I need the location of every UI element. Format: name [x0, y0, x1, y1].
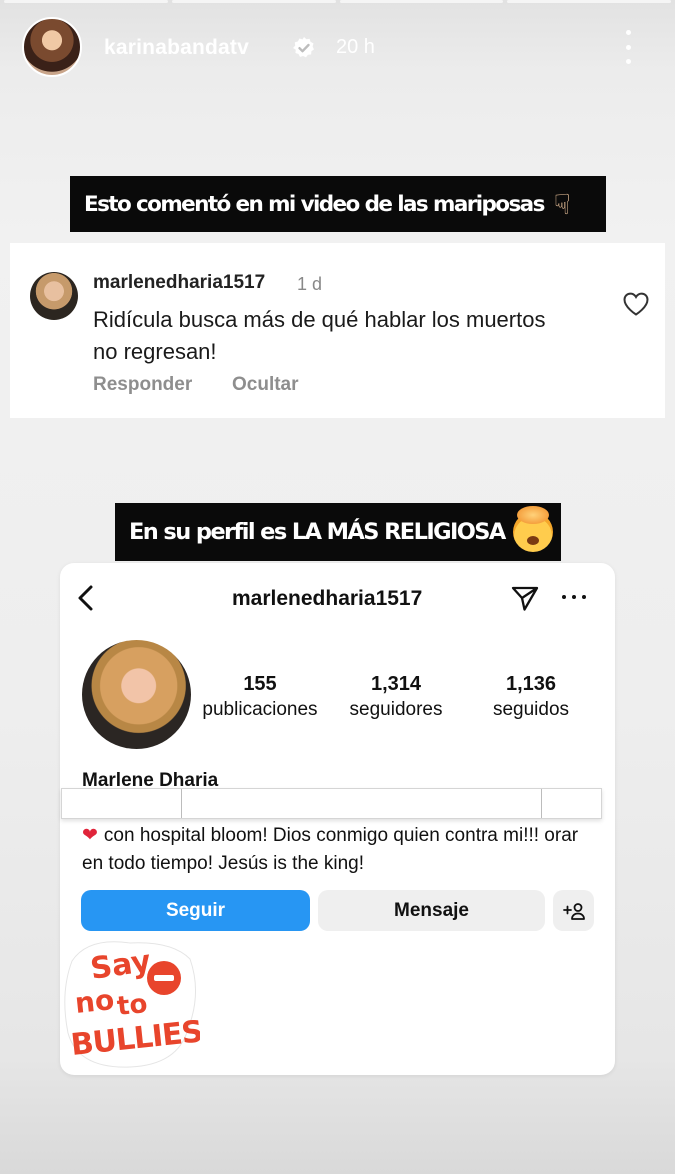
back-arrow-icon[interactable] — [74, 584, 98, 612]
comment-text: Ridícula busca más de qué hablar los mue… — [93, 307, 546, 364]
pointing-down-hand-icon: ☟ — [553, 187, 571, 221]
more-horizontal-icon[interactable] — [562, 595, 586, 601]
stat-value: 1,136 — [505, 673, 557, 695]
stat-value: 1,314 — [370, 673, 422, 695]
send-direct-icon[interactable] — [510, 584, 540, 612]
story-progress — [0, 0, 675, 3]
stat-posts[interactable]: 155 publicaciones — [195, 673, 325, 721]
hide-button[interactable]: Ocultar — [232, 374, 299, 396]
stat-following[interactable]: 1,136 seguidos — [480, 673, 582, 721]
comment-time: 1 d — [297, 274, 323, 294]
story-time: 20 h — [336, 36, 375, 58]
bio-text: con hospital bloom! Dios conmigo quien c… — [82, 825, 579, 874]
stat-label: seguidos — [492, 699, 570, 720]
progress-segment — [4, 0, 168, 3]
progress-segment — [171, 0, 336, 3]
commenter-username[interactable]: marlenedharia1517 — [93, 272, 265, 294]
reply-button[interactable]: Responder — [93, 374, 192, 396]
caption-profile-intro: En su perfil es LA MÁS RELIGIOSA — [115, 503, 561, 561]
say-no-to-bullies-sticker: Say no to BULLIES — [64, 941, 200, 1068]
stat-label: publicaciones — [202, 699, 318, 720]
progress-segment — [339, 0, 504, 3]
red-heart-icon: ❤ — [82, 825, 98, 846]
caption-comment-intro: Esto comentó en mi video de las mariposa… — [70, 176, 606, 232]
more-options-icon[interactable] — [618, 30, 638, 64]
svg-text:no: no — [73, 983, 115, 1020]
profile-username: marlenedharia1517 — [232, 587, 423, 610]
stat-label: seguidores — [349, 699, 443, 720]
stat-value: 155 — [243, 673, 277, 695]
redaction-strip — [61, 788, 602, 819]
message-button[interactable]: Mensaje — [318, 890, 545, 931]
exploding-head-icon — [512, 506, 553, 552]
add-person-icon — [562, 902, 585, 920]
progress-segment — [507, 0, 671, 3]
profile-bio: ❤ con hospital bloom! Dios conmigo quien … — [82, 822, 582, 878]
verified-badge-icon — [293, 37, 314, 58]
suggest-user-button[interactable] — [553, 890, 594, 931]
story-author-avatar[interactable] — [22, 17, 82, 77]
svg-text:to: to — [116, 989, 149, 1022]
caption-text: Esto comentó en mi video de las mariposa… — [84, 191, 545, 217]
follow-button[interactable]: Seguir — [81, 890, 310, 931]
stat-followers[interactable]: 1,314 seguidores — [338, 673, 454, 721]
story-author-username[interactable]: karinabandatv — [104, 36, 249, 60]
profile-avatar[interactable] — [82, 640, 191, 749]
caption-text: En su perfil es LA MÁS RELIGIOSA — [129, 519, 506, 545]
commenter-avatar[interactable] — [30, 272, 78, 320]
like-heart-icon[interactable] — [622, 291, 650, 317]
